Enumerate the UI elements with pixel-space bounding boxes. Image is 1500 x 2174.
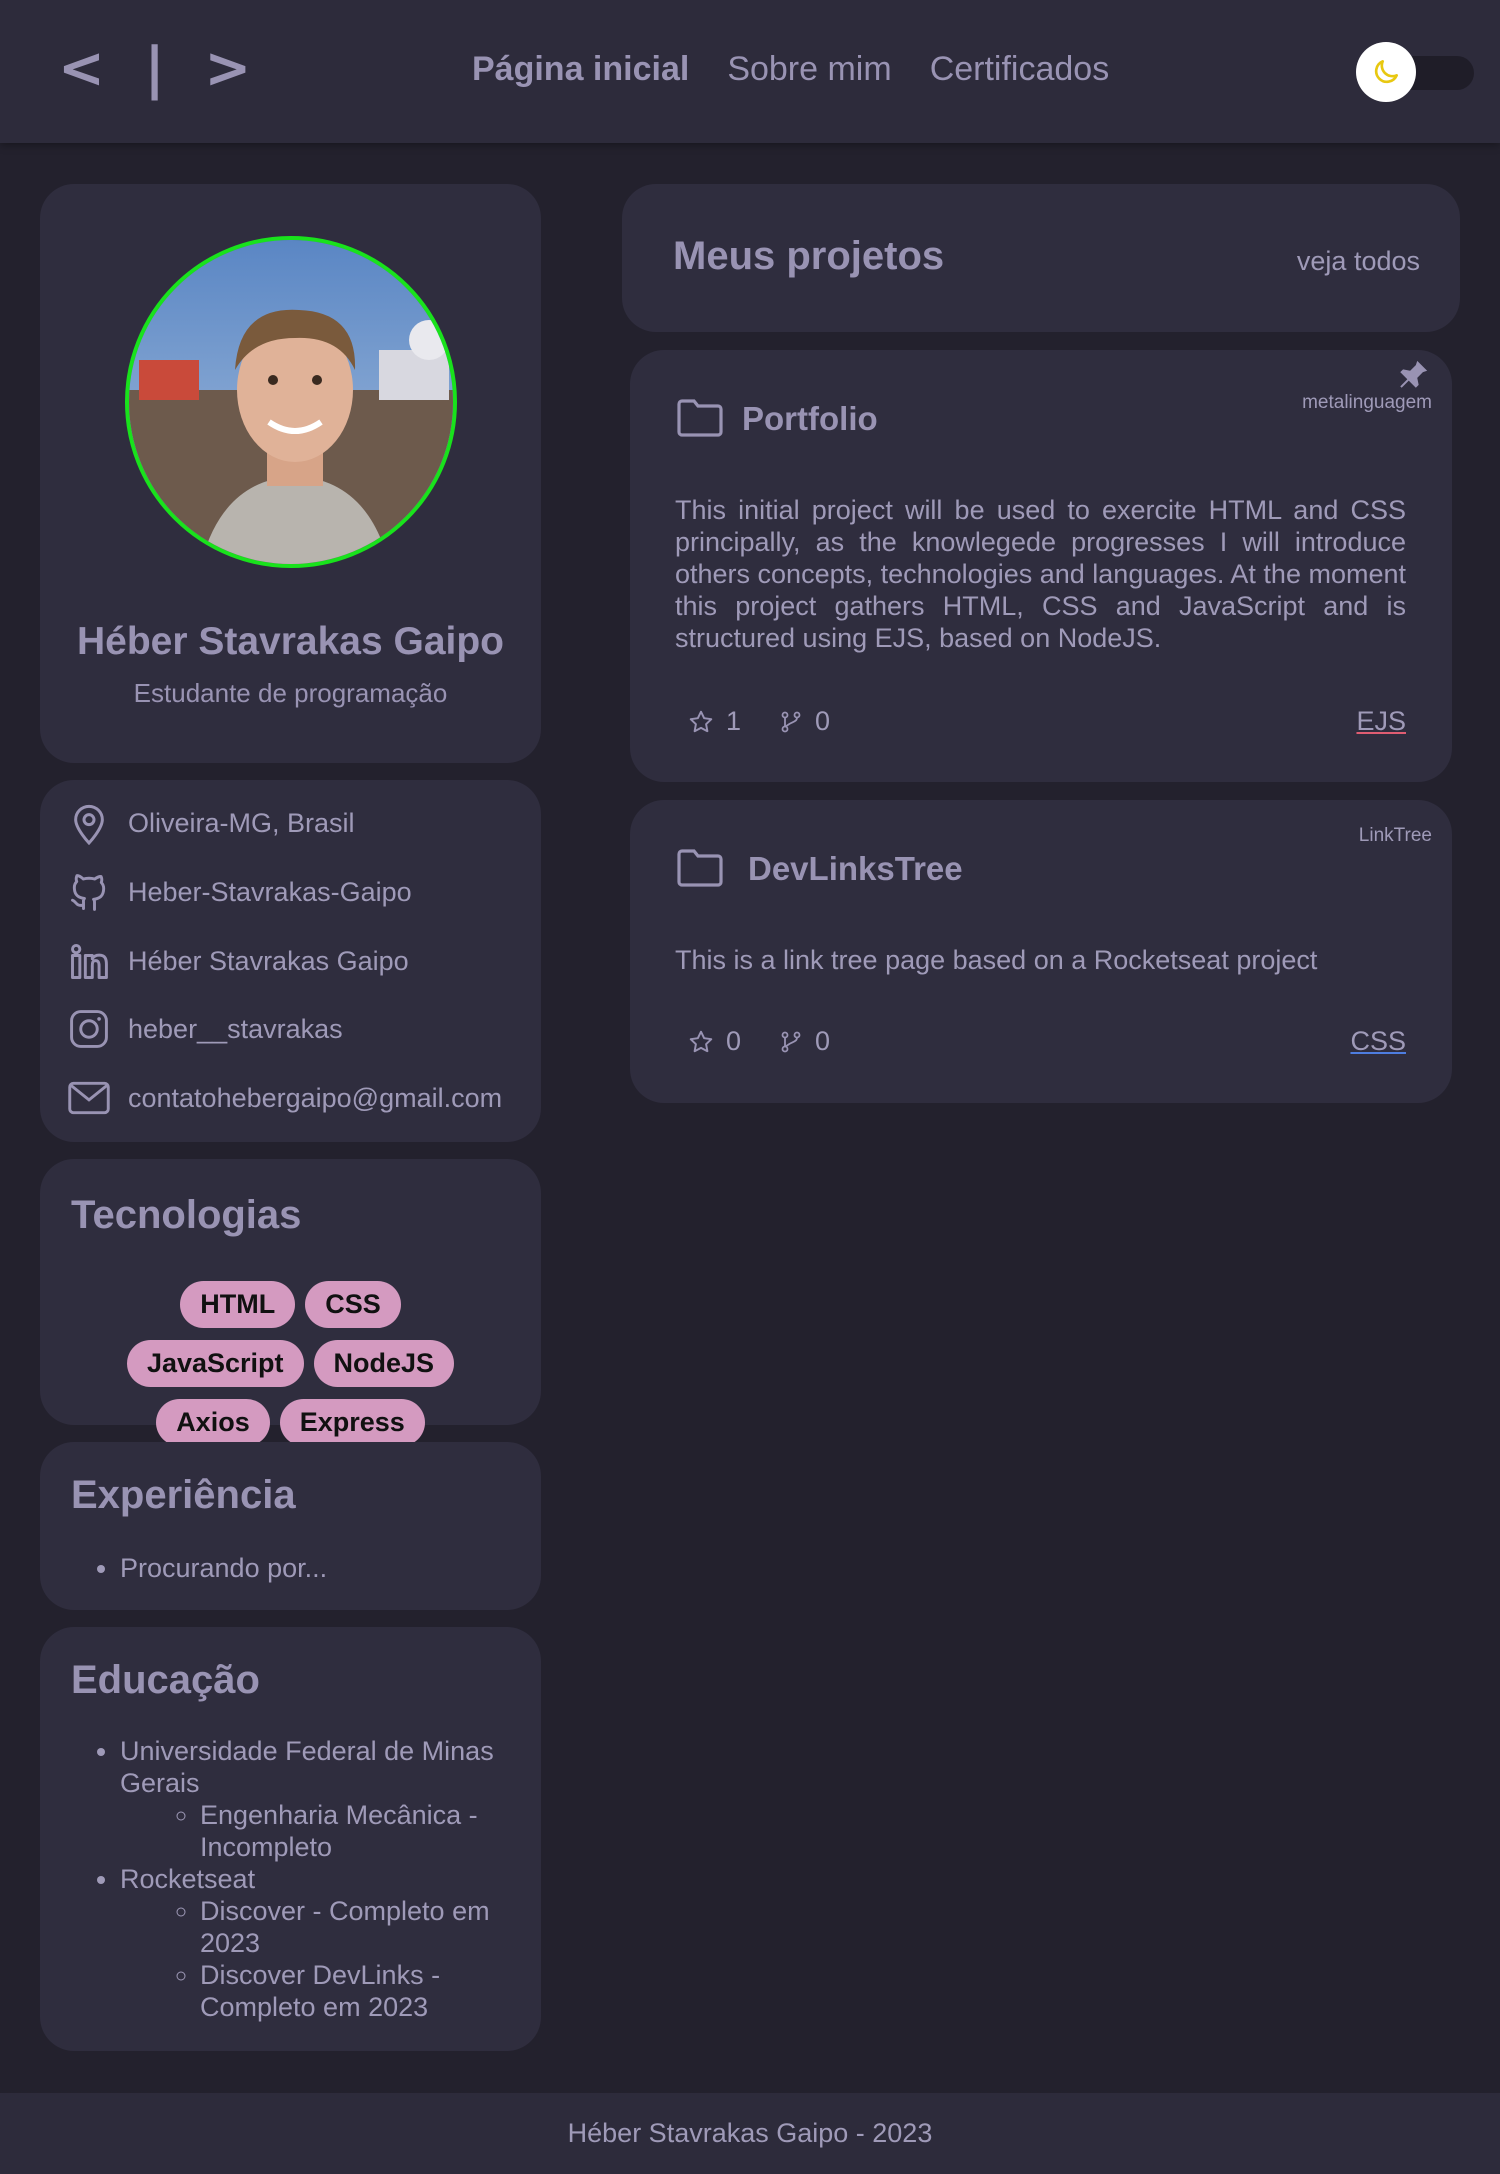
pin-icon[interactable] [1396, 358, 1430, 392]
education-course: Discover - Completo em 2023 [200, 1895, 520, 1959]
nav-certificates[interactable]: Certificados [930, 50, 1110, 89]
project-description: This is a link tree page based on a Rock… [675, 945, 1318, 975]
tag-express: Express [279, 1399, 425, 1446]
profile-card: Héber Stavrakas Gaipo Estudante de progr… [40, 184, 541, 763]
nav-about[interactable]: Sobre mim [727, 50, 891, 89]
location-pin-icon [66, 800, 112, 846]
instagram-text: heber__stavrakas [128, 1013, 343, 1044]
project-stats: 0 0 [688, 1026, 830, 1057]
top-header: < | > Página inicial Sobre mim Certifica… [0, 0, 1500, 143]
folder-icon [677, 849, 723, 887]
contact-linkedin[interactable]: Héber Stavrakas Gaipo [66, 931, 409, 991]
fork-icon [781, 711, 801, 732]
experience-list: Procurando por... [120, 1552, 327, 1584]
project-card-portfolio[interactable]: Portfolio metalinguagem This initial pro… [630, 350, 1452, 782]
tag-javascript: JavaScript [126, 1340, 304, 1387]
education-item: Rocketseat Discover - Completo em 2023 D… [120, 1863, 520, 2023]
experience-item: Procurando por... [120, 1552, 327, 1584]
tech-tags: HTML CSS JavaScript NodeJS Axios Express [40, 1281, 541, 1446]
stars-stat: 1 [688, 706, 741, 737]
linkedin-text: Héber Stavrakas Gaipo [128, 945, 409, 976]
footer-text: Héber Stavrakas Gaipo - 2023 [567, 2118, 933, 2148]
main-nav: Página inicial Sobre mim Certificados [472, 50, 1109, 89]
project-language[interactable]: EJS [1356, 706, 1406, 737]
stars-stat: 0 [688, 1026, 741, 1057]
education-sublist: Discover - Completo em 2023 Discover Dev… [200, 1895, 520, 2023]
location-text: Oliveira-MG, Brasil [128, 807, 355, 838]
footer: Héber Stavrakas Gaipo - 2023 [0, 2093, 1500, 2174]
mail-icon [66, 1075, 112, 1121]
linkedin-icon [66, 938, 112, 984]
education-course: Discover DevLinks - Completo em 2023 [200, 1959, 520, 2023]
forks-stat: 0 [779, 1026, 830, 1057]
projects-title: Meus projetos [673, 234, 945, 278]
github-icon [66, 869, 112, 915]
site-logo[interactable]: < | > [58, 36, 261, 101]
experience-card: Experiência Procurando por... [40, 1442, 541, 1610]
project-topic: metalinguagem [1302, 392, 1432, 413]
theme-toggle[interactable] [1356, 42, 1474, 102]
email-text: contatohebergaipo@gmail.com [128, 1082, 503, 1113]
technologies-card: Tecnologias HTML CSS JavaScript NodeJS A… [40, 1159, 541, 1446]
education-card: Educação Universidade Federal de Minas G… [40, 1627, 541, 2051]
toggle-knob[interactable] [1356, 42, 1416, 102]
profile-role: Estudante de programação [133, 678, 448, 708]
profile-name: Héber Stavrakas Gaipo [76, 620, 505, 663]
tag-nodejs: NodeJS [313, 1340, 455, 1387]
education-course: Engenharia Mecânica - Incompleto [200, 1799, 520, 1863]
project-card-devlinkstree[interactable]: DevLinksTree LinkTree This is a link tre… [630, 800, 1452, 1103]
project-stats: 1 0 [688, 706, 830, 737]
fork-icon [781, 1031, 801, 1052]
tag-axios: Axios [156, 1399, 270, 1446]
contact-email[interactable]: contatohebergaipo@gmail.com [66, 1068, 502, 1128]
project-description: This initial project will be used to exe… [675, 495, 1406, 653]
star-icon [689, 710, 713, 732]
moon-icon [1374, 60, 1398, 84]
education-list: Universidade Federal de Minas Gerais Eng… [120, 1735, 520, 2023]
forks-count: 0 [815, 706, 831, 736]
education-school: Universidade Federal de Minas Gerais [120, 1736, 494, 1798]
project-title[interactable]: Portfolio [742, 400, 878, 438]
stars-count: 0 [726, 1026, 742, 1056]
instagram-icon [66, 1006, 112, 1052]
experience-title: Experiência [71, 1473, 296, 1517]
contacts-card: Oliveira-MG, Brasil Heber-Stavrakas-Gaip… [40, 780, 541, 1142]
project-topic: LinkTree [1358, 825, 1432, 846]
star-icon [689, 1030, 713, 1052]
tag-css: CSS [305, 1281, 401, 1328]
education-title: Educação [71, 1658, 260, 1702]
contact-github[interactable]: Heber-Stavrakas-Gaipo [66, 862, 412, 922]
project-title[interactable]: DevLinksTree [748, 850, 963, 888]
github-text: Heber-Stavrakas-Gaipo [128, 876, 412, 907]
project-language[interactable]: CSS [1350, 1026, 1406, 1057]
avatar [125, 236, 457, 568]
education-sublist: Engenharia Mecânica - Incompleto [200, 1799, 520, 1863]
education-item: Universidade Federal de Minas Gerais Eng… [120, 1735, 520, 1863]
contact-location[interactable]: Oliveira-MG, Brasil [66, 793, 355, 853]
contact-instagram[interactable]: heber__stavrakas [66, 999, 343, 1059]
forks-stat: 0 [779, 706, 830, 737]
technologies-title: Tecnologias [71, 1193, 302, 1237]
see-all-link[interactable]: veja todos [1297, 246, 1420, 277]
forks-count: 0 [815, 1026, 831, 1056]
tag-html: HTML [180, 1281, 296, 1328]
folder-icon [677, 399, 723, 437]
stars-count: 1 [726, 706, 742, 736]
education-school: Rocketseat [120, 1864, 256, 1894]
projects-header-card: Meus projetos veja todos [622, 184, 1460, 332]
nav-home[interactable]: Página inicial [472, 50, 689, 89]
